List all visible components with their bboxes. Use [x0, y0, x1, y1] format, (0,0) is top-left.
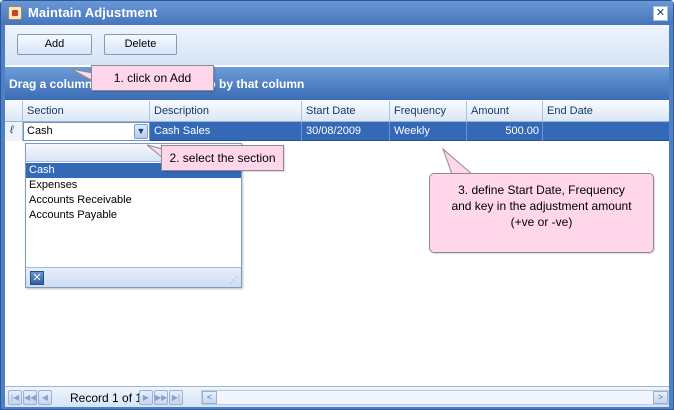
next-record-icon[interactable]: ▶ — [139, 390, 153, 405]
close-button[interactable]: ✕ — [653, 6, 668, 21]
callout-line: 3. define Start Date, Frequency — [458, 183, 625, 197]
record-counter: Record 1 of 1 — [70, 391, 143, 405]
window-title: Maintain Adjustment — [28, 5, 158, 20]
scroll-left-icon[interactable]: < — [202, 391, 217, 404]
callout-define-fields: 3. define Start Date, Frequency and key … — [429, 173, 654, 253]
client-area: Add Delete Drag a column header here to … — [5, 25, 669, 407]
callout-1-pointer — [70, 68, 94, 82]
first-record-icon[interactable]: |◀ — [8, 390, 22, 405]
record-navigator: |◀ ◀◀ ◀ Record 1 of 1 ▶ ▶▶ ▶| < > — [5, 386, 669, 407]
last-record-icon[interactable]: ▶| — [169, 390, 183, 405]
callout-line: and key in the adjustment amount — [451, 199, 632, 213]
previous-page-icon[interactable]: ◀◀ — [23, 390, 37, 405]
maintain-adjustment-window: Maintain Adjustment ✕ Add Delete Drag a … — [0, 0, 674, 410]
scroll-right-icon[interactable]: > — [653, 391, 668, 404]
callout-click-add: 1. click on Add — [91, 65, 214, 91]
form-icon — [8, 6, 22, 20]
previous-record-icon[interactable]: ◀ — [38, 390, 52, 405]
horizontal-scrollbar[interactable]: < > — [201, 390, 669, 405]
callout-select-section: 2. select the section — [161, 145, 284, 171]
callout-line: (+ve or -ve) — [510, 215, 573, 229]
next-page-icon[interactable]: ▶▶ — [154, 390, 168, 405]
title-bar: Maintain Adjustment ✕ — [1, 1, 673, 25]
